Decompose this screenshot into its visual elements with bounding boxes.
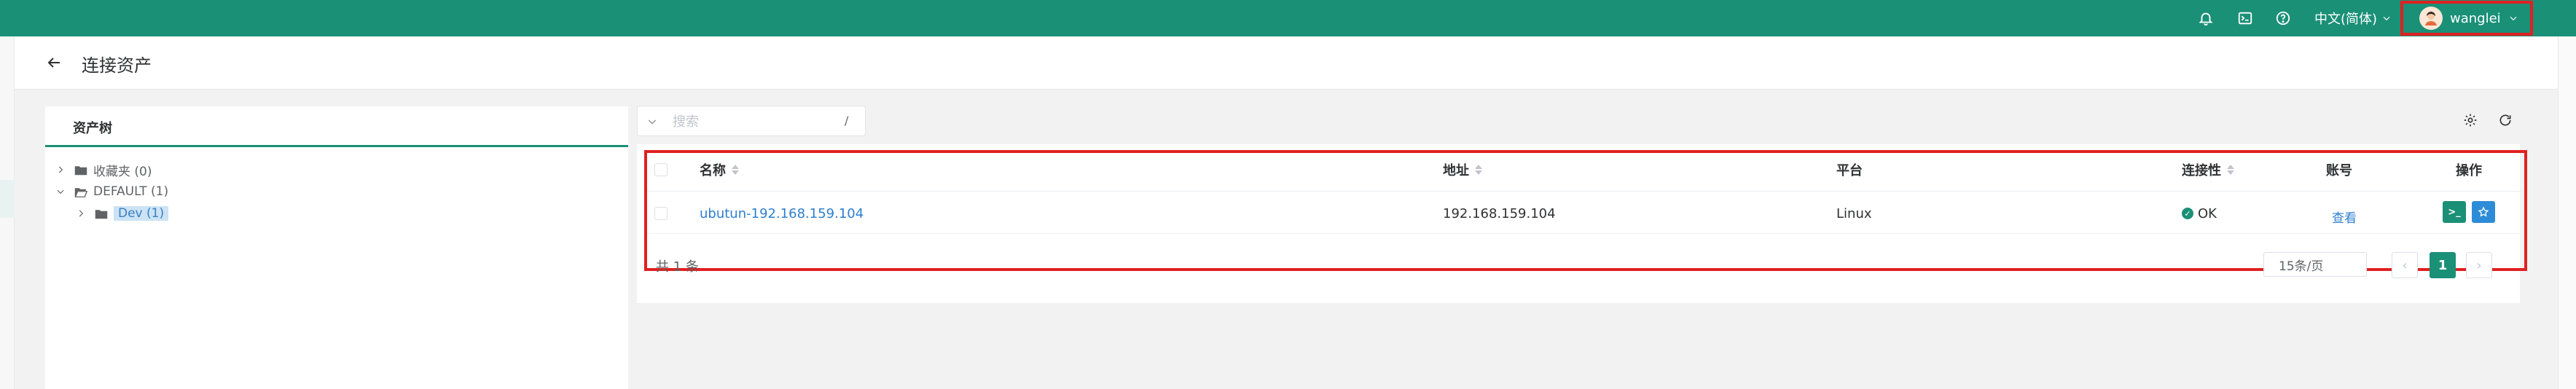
tree-node-default[interactable]: DEFAULT (1) <box>55 182 168 201</box>
user-menu-highlight <box>2400 1 2533 36</box>
help-icon[interactable] <box>2275 0 2291 36</box>
tab-asset-tree-label: 资产树 <box>73 121 112 136</box>
vertical-scrollbar[interactable] <box>2558 36 2576 389</box>
chevron-down-icon <box>2383 16 2390 21</box>
top-navbar: 中文(简体) wanglei <box>0 0 2576 36</box>
page-title: 连接资产 <box>82 55 152 76</box>
next-page-button[interactable]: › <box>2466 252 2492 278</box>
asset-tree-panel: 资产树 收藏夹 (0) DEFAULT (1) Dev (1) <box>45 106 628 389</box>
chevron-right-icon[interactable] <box>76 208 86 219</box>
tree-node-label: Dev (1) <box>114 206 169 221</box>
chevron-down-icon[interactable] <box>646 116 658 127</box>
refresh-icon[interactable] <box>2498 113 2513 130</box>
language-label: 中文(简体) <box>2314 12 2378 27</box>
page-header: 连接资产 <box>15 36 2558 90</box>
chevron-down-icon[interactable] <box>55 186 66 197</box>
search-shortcut-hint: / <box>845 114 849 127</box>
asset-table-highlight <box>644 150 2527 271</box>
settings-gear-icon[interactable] <box>2463 113 2478 130</box>
tab-asset-tree[interactable]: 资产树 <box>45 106 628 147</box>
folder-icon <box>95 209 108 219</box>
page-size-select[interactable]: 15条/页 <box>2263 252 2367 277</box>
tree-node-label: DEFAULT (1) <box>93 184 169 199</box>
side-menu-collapsed <box>0 36 15 389</box>
chevron-left-icon: ‹ <box>2402 257 2408 273</box>
search-input[interactable] <box>673 111 833 132</box>
asset-search-box[interactable]: / <box>637 106 866 136</box>
language-switcher[interactable]: 中文(简体) <box>2314 0 2392 36</box>
tree-node-label: 收藏夹 (0) <box>93 164 152 179</box>
chevron-right-icon[interactable] <box>55 165 66 175</box>
folder-icon <box>74 165 87 175</box>
terminal-icon[interactable] <box>2237 0 2253 36</box>
page-size-value: 15条/页 <box>2279 259 2324 274</box>
folder-open-icon <box>74 187 87 197</box>
tree-node-favorites[interactable]: 收藏夹 (0) <box>55 160 152 179</box>
tree-node-dev[interactable]: Dev (1) <box>76 204 169 223</box>
side-menu-selected-item[interactable] <box>0 180 15 218</box>
page-number-button[interactable]: 1 <box>2430 252 2456 278</box>
chevron-right-icon: › <box>2476 257 2482 273</box>
notification-bell-icon[interactable] <box>2198 0 2214 36</box>
prev-page-button[interactable]: ‹ <box>2392 252 2418 278</box>
page-number: 1 <box>2438 257 2448 273</box>
back-arrow-icon[interactable] <box>45 54 63 74</box>
total-count: 共 1 条 <box>656 259 699 275</box>
